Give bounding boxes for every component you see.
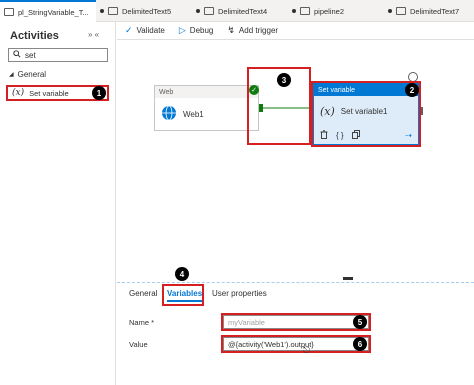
annotation-badge-5: 5 bbox=[353, 315, 367, 329]
add-trigger-label: Add trigger bbox=[238, 26, 279, 35]
tab-delimitedtext7[interactable]: DelimitedText7 bbox=[384, 0, 474, 22]
tab-delimitedtext4[interactable]: DelimitedText4 bbox=[192, 0, 288, 22]
lightning-icon: ↯ bbox=[227, 25, 235, 35]
debug-button[interactable]: ▷ Debug bbox=[179, 25, 214, 36]
unsaved-dot-icon bbox=[100, 9, 104, 13]
annotation-badge-4: 4 bbox=[175, 267, 189, 281]
pipeline-icon bbox=[4, 8, 14, 16]
name-field-label: Name * bbox=[129, 318, 155, 327]
unsaved-dot-icon bbox=[292, 9, 296, 13]
tab-strip: pl_StringVariable_T... DelimitedText5 De… bbox=[0, 0, 474, 22]
activities-search-input[interactable]: set bbox=[8, 48, 108, 62]
play-icon: ▷ bbox=[178, 25, 186, 35]
globe-icon bbox=[161, 105, 177, 123]
tab-pipeline2[interactable]: pipeline2 bbox=[288, 0, 384, 22]
group-label: General bbox=[17, 70, 47, 79]
search-icon bbox=[13, 50, 21, 60]
annotation-badge-1: 1 bbox=[92, 86, 106, 100]
annotation-box-4 bbox=[162, 284, 204, 306]
dataset-icon bbox=[108, 7, 118, 15]
annotation-badge-2: 2 bbox=[405, 83, 419, 97]
checkmark-icon: ✓ bbox=[125, 25, 133, 35]
tab-label: DelimitedText7 bbox=[410, 6, 460, 16]
pipeline-canvas[interactable]: Web Web1 ✓ Set variable (x) Set variable… bbox=[117, 41, 474, 283]
tab-user-properties[interactable]: User properties bbox=[212, 289, 267, 298]
collapse-panel-icon[interactable]: » « bbox=[88, 30, 99, 39]
group-general[interactable]: ◢ General bbox=[9, 70, 46, 79]
tab-delimitedtext5[interactable]: DelimitedText5 bbox=[96, 0, 192, 22]
debug-label: Debug bbox=[189, 26, 214, 35]
properties-panel: General Variables User properties 4 Name… bbox=[117, 267, 474, 385]
dataset-icon bbox=[204, 7, 214, 15]
search-value: set bbox=[25, 50, 36, 60]
tab-label: DelimitedText5 bbox=[122, 6, 172, 16]
annotation-badge-3: 3 bbox=[277, 73, 291, 87]
tab-pl-stringvariable[interactable]: pl_StringVariable_T... bbox=[0, 0, 96, 22]
annotation-box-5 bbox=[221, 313, 371, 331]
validate-button[interactable]: ✓ Validate bbox=[125, 25, 165, 36]
activity-item-label: Set variable bbox=[29, 88, 69, 98]
activities-title: Activities bbox=[10, 30, 59, 42]
annotation-box-6 bbox=[221, 335, 371, 353]
caret-down-icon: ◢ bbox=[9, 72, 14, 78]
pipeline-toolbar: ✓ Validate ▷ Debug ↯ Add trigger bbox=[117, 22, 474, 40]
validate-label: Validate bbox=[136, 26, 165, 35]
mouse-cursor-icon: ⎋ bbox=[303, 345, 311, 355]
variable-fx-icon: (x) bbox=[12, 88, 25, 98]
tab-general[interactable]: General bbox=[129, 289, 157, 298]
activities-panel: Activities » « set ◢ General (x) Set var… bbox=[0, 22, 116, 385]
splitter-handle[interactable] bbox=[343, 277, 353, 280]
adf-pipeline-editor: pl_StringVariable_T... DelimitedText5 De… bbox=[0, 0, 474, 385]
tab-label: DelimitedText4 bbox=[218, 6, 268, 16]
web-node-name: Web1 bbox=[183, 109, 204, 119]
web-activity-node[interactable]: Web Web1 bbox=[154, 85, 259, 131]
unsaved-dot-icon bbox=[388, 9, 392, 13]
value-field-label: Value bbox=[129, 340, 148, 349]
add-trigger-button[interactable]: ↯ Add trigger bbox=[227, 25, 278, 36]
tab-label: pipeline2 bbox=[314, 6, 345, 16]
tab-label: pl_StringVariable_T... bbox=[18, 7, 89, 17]
web-node-header: Web bbox=[155, 86, 258, 98]
unsaved-dot-icon bbox=[196, 9, 200, 13]
pipeline-icon bbox=[300, 7, 310, 15]
dataset-icon bbox=[396, 7, 406, 15]
annotation-badge-6: 6 bbox=[353, 337, 367, 351]
